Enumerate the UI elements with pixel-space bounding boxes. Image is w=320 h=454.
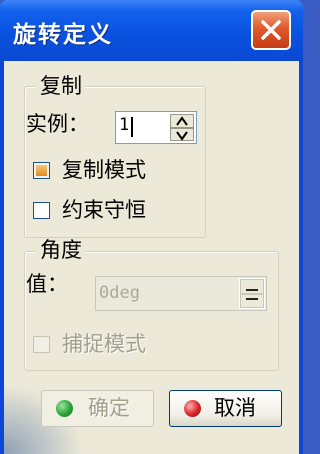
ok-button[interactable]: 确定	[41, 390, 154, 427]
cancel-button[interactable]: 取消	[169, 390, 282, 427]
arrow-up-icon	[176, 116, 188, 126]
angle-spin-up-button[interactable]	[240, 279, 264, 294]
instances-label: 实例：	[26, 112, 89, 136]
arrow-down-icon	[246, 297, 258, 300]
cancel-red-dot-icon	[184, 400, 201, 417]
window-title: 旋转定义	[13, 22, 113, 48]
copy-mode-checkbox[interactable]	[33, 162, 50, 179]
value-label: 值：	[26, 272, 68, 296]
angle-legend: 角度	[36, 238, 86, 262]
arrow-up-icon	[246, 289, 258, 291]
constraint-checkbox[interactable]	[33, 202, 50, 219]
text-cursor	[131, 117, 133, 137]
instances-value: 1	[119, 115, 130, 135]
dialog-window: 旋转定义 复制 实例： 1 复制模式 约束守恒 角度 值： 0deg 捕捉模式 …	[0, 0, 303, 454]
close-x-icon	[261, 20, 281, 40]
dialog-body: 复制 实例： 1 复制模式 约束守恒 角度 值： 0deg 捕捉模式 确定 取消	[4, 61, 299, 454]
close-button[interactable]	[251, 10, 291, 50]
instances-spin-buttons[interactable]	[169, 113, 195, 142]
instances-spinner[interactable]: 1	[115, 111, 197, 144]
angle-spin-buttons[interactable]	[239, 278, 265, 309]
copy-mode-label[interactable]: 复制模式	[62, 158, 146, 182]
constraint-label[interactable]: 约束守恒	[62, 198, 146, 222]
angle-value-spinner[interactable]: 0deg	[95, 276, 267, 311]
ok-button-label: 确定	[88, 396, 130, 420]
title-bar[interactable]: 旋转定义	[0, 0, 303, 61]
ok-green-dot-icon	[56, 400, 73, 417]
cancel-button-label: 取消	[214, 396, 256, 420]
copy-legend: 复制	[36, 74, 86, 98]
angle-value: 0deg	[99, 283, 140, 303]
snap-mode-label[interactable]: 捕捉模式	[62, 332, 146, 356]
angle-spin-down-button[interactable]	[240, 293, 264, 308]
arrow-down-icon	[176, 130, 188, 141]
spin-up-button[interactable]	[170, 114, 194, 128]
snap-mode-checkbox[interactable]	[33, 336, 50, 353]
spin-down-button[interactable]	[170, 127, 194, 141]
